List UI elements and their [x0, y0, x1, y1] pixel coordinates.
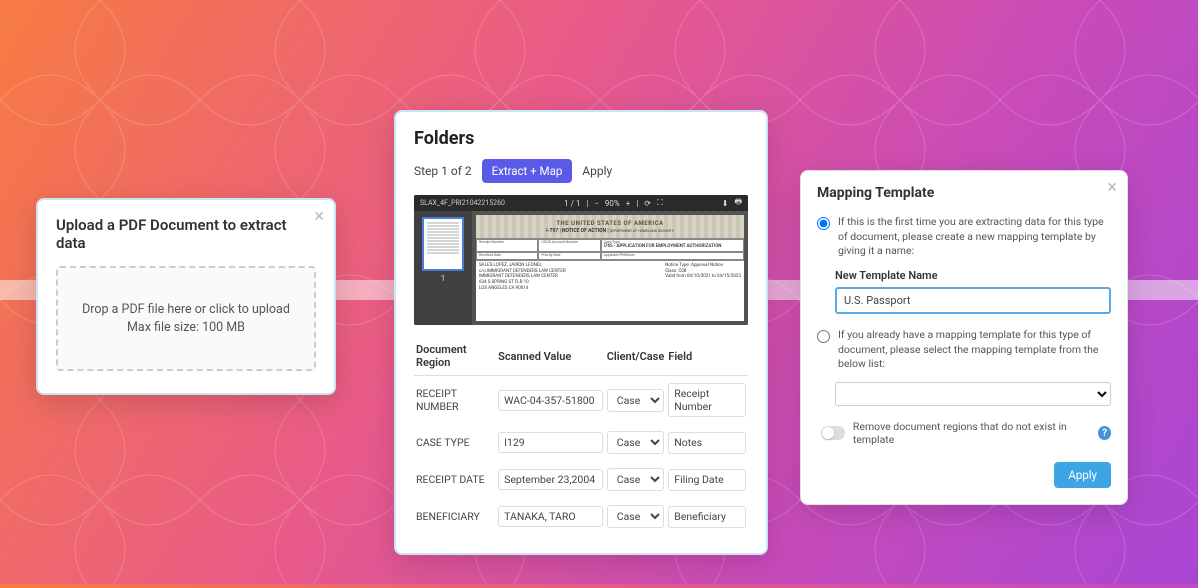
radio-new-template[interactable] — [817, 217, 830, 230]
client-case-select[interactable]: Case — [607, 468, 665, 491]
table-row: RECEIPT DATE CaseFiling Date — [414, 461, 748, 498]
dropzone-line2: Max file size: 100 MB — [68, 320, 304, 335]
folders-panel: Folders Step 1 of 2 Extract + Map Apply … — [394, 110, 768, 555]
pdf-filename: SLAX_4F_PRI21042215260 — [420, 199, 505, 207]
radio-existing-text: If you already have a mapping template f… — [838, 328, 1111, 372]
dropzone-line1: Drop a PDF file here or click to upload — [68, 302, 304, 317]
zoom-level: 90% — [605, 199, 620, 208]
table-row: RECEIPT NUMBER CaseReceipt Number — [414, 376, 748, 425]
mapping-title: Mapping Template — [817, 185, 1111, 201]
download-icon[interactable]: ⬇ — [722, 199, 729, 208]
radio-existing-template[interactable] — [817, 330, 830, 343]
dropzone[interactable]: Drop a PDF file here or click to upload … — [56, 266, 316, 371]
extraction-table: Document RegionScanned ValueClient/CaseF… — [414, 339, 748, 535]
column-header: Client/Case — [605, 339, 667, 376]
pdf-page-indicator: 1 / 1 — [564, 199, 580, 208]
client-case-select[interactable]: Case — [607, 505, 665, 528]
client-case-select[interactable]: Case — [607, 431, 665, 454]
scanned-value-input[interactable] — [498, 432, 603, 453]
pdf-thumb-1[interactable] — [422, 217, 464, 271]
doc-header-country: THE UNITED STATES OF AMERICA — [556, 220, 663, 227]
column-header: Document Region — [414, 339, 496, 376]
region-cell: RECEIPT DATE — [414, 461, 496, 498]
upload-title: Upload a PDF Document to extract data — [56, 216, 316, 252]
zoom-out-icon[interactable]: − — [594, 199, 599, 208]
pdf-page[interactable]: THE UNITED STATES OF AMERICA I-797 | NOT… — [472, 211, 748, 325]
pdf-viewer: SLAX_4F_PRI21042215260 1 / 1 | − 90% + |… — [414, 195, 748, 325]
step-label: Step 1 of 2 — [414, 164, 472, 178]
existing-template-select[interactable] — [835, 382, 1111, 406]
client-case-select[interactable]: Case — [607, 389, 665, 412]
table-row: BENEFICIARY CaseBeneficiary — [414, 498, 748, 535]
field-cell[interactable]: Beneficiary — [668, 506, 746, 528]
region-cell: BENEFICIARY — [414, 498, 496, 535]
doc-address: SALES LOPEZ, JAIRON LEONEL c/o IMMIGRANT… — [479, 263, 566, 292]
help-icon[interactable]: ? — [1098, 426, 1111, 440]
field-cell[interactable]: Receipt Number — [668, 383, 746, 417]
scanned-value-input[interactable] — [498, 506, 603, 527]
field-cell[interactable]: Notes — [668, 432, 746, 454]
toggle-label: Remove document regions that do not exis… — [853, 420, 1090, 446]
field-cell[interactable]: Filing Date — [668, 469, 746, 491]
pdf-thumb-number: 1 — [441, 274, 446, 283]
close-icon[interactable]: × — [1107, 179, 1117, 197]
pdf-divider: | — [586, 199, 588, 208]
apply-button[interactable]: Apply — [1054, 462, 1111, 488]
close-icon[interactable]: × — [314, 208, 324, 226]
zoom-in-icon[interactable]: + — [626, 199, 631, 208]
region-cell: CASE TYPE — [414, 424, 496, 461]
extract-map-button[interactable]: Extract + Map — [482, 159, 573, 183]
apply-link[interactable]: Apply — [582, 164, 612, 178]
mapping-panel: × Mapping Template If this is the first … — [800, 170, 1128, 505]
new-template-label: New Template Name — [835, 269, 1111, 282]
print-icon[interactable]: 🖶 — [734, 196, 742, 210]
scanned-value-input[interactable] — [498, 390, 603, 411]
rotate-icon[interactable]: ⟳ — [644, 199, 651, 208]
pdf-toolbar: SLAX_4F_PRI21042215260 1 / 1 | − 90% + |… — [414, 195, 748, 211]
table-row: CASE TYPE CaseNotes — [414, 424, 748, 461]
fit-icon[interactable]: ⛶ — [657, 198, 663, 208]
step-row: Step 1 of 2 Extract + Map Apply — [414, 159, 748, 183]
scanned-value-input[interactable] — [498, 469, 603, 490]
column-header: Field — [666, 339, 748, 376]
upload-panel: × Upload a PDF Document to extract data … — [36, 198, 336, 395]
radio-new-text: If this is the first time you are extrac… — [838, 215, 1111, 259]
new-template-input[interactable] — [835, 287, 1111, 314]
region-cell: RECEIPT NUMBER — [414, 376, 496, 425]
doc-notice-info: Notice Type: Approval Notice Class: C08 … — [665, 263, 741, 292]
folders-title: Folders — [414, 128, 748, 149]
pdf-thumbnails: 1 — [414, 211, 472, 325]
column-header: Scanned Value — [496, 339, 605, 376]
remove-regions-toggle[interactable] — [821, 426, 845, 440]
pdf-divider2: | — [636, 199, 638, 208]
